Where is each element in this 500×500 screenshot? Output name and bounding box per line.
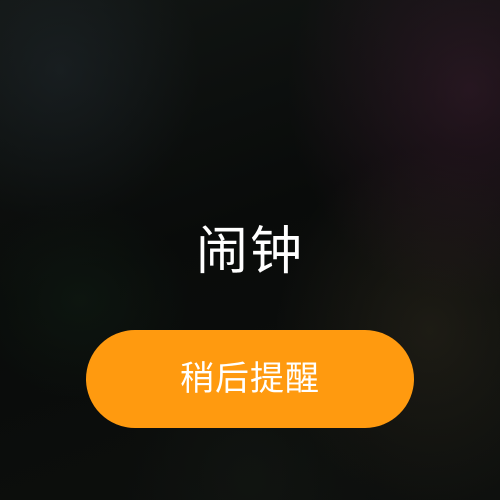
alarm-title: 闹钟 <box>195 222 304 282</box>
snooze-button-label: 稍后提醒 <box>180 359 320 399</box>
snooze-button[interactable]: 稍后提醒 <box>86 330 414 428</box>
